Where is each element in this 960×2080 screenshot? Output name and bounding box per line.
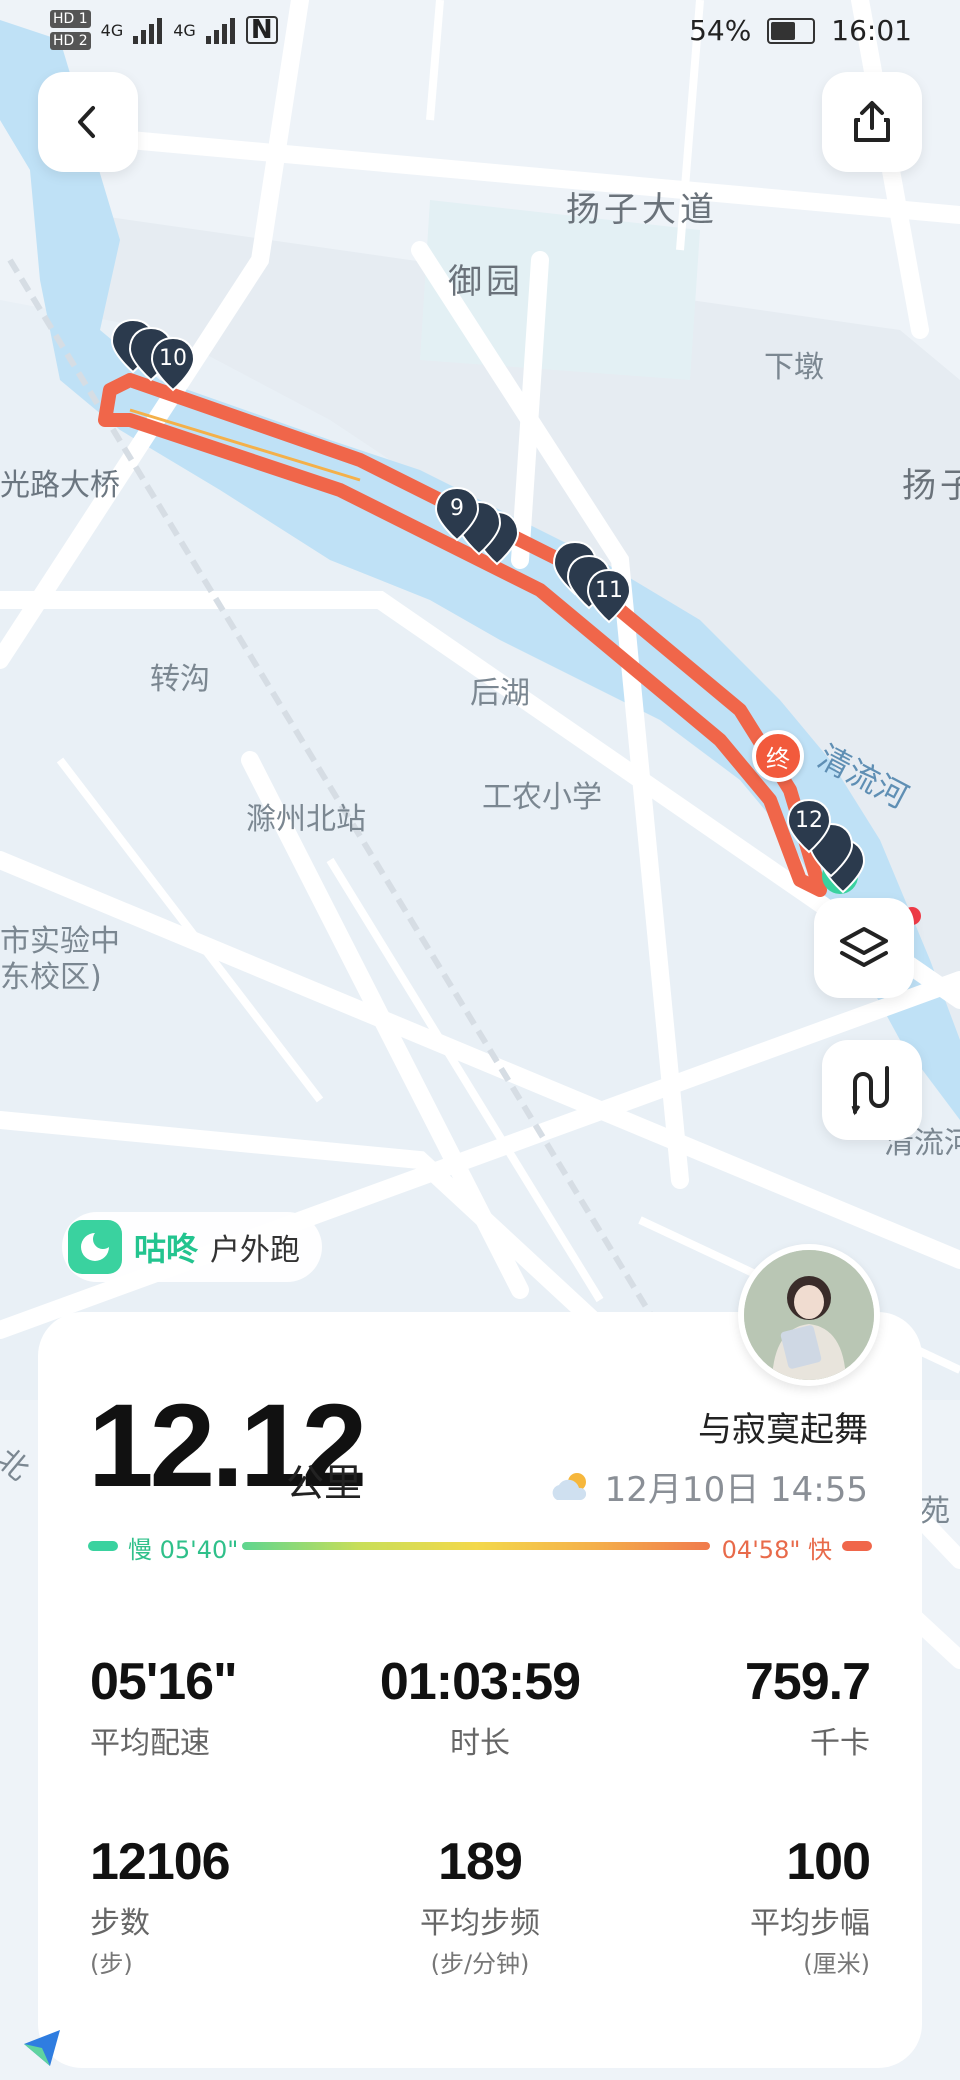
stat-calories: 759.7 千卡 xyxy=(590,1652,871,1762)
stat-value: 100 xyxy=(786,1833,871,1891)
status-bar: HD 1 HD 2 4G 4G N 54% 16:01 xyxy=(0,0,960,64)
map-label-area: 转沟 xyxy=(150,662,210,697)
activity-datetime: 12月10日 14:55 xyxy=(547,1462,868,1511)
stat-label: 千卡 xyxy=(810,1726,870,1761)
km-pin-9[interactable]: 9 xyxy=(434,486,480,542)
stat-label: 平均步幅 xyxy=(750,1906,870,1941)
fast-pace-label: 04'58" 快 xyxy=(721,1536,832,1564)
share-icon xyxy=(854,101,890,142)
km-pin-12[interactable]: 12 xyxy=(786,798,832,854)
map-label-school: 东校区) xyxy=(0,960,102,995)
layers-icon xyxy=(840,927,888,967)
pace-gradient xyxy=(242,1542,710,1550)
battery-percent: 54% xyxy=(689,14,752,47)
stat-unit: (步) xyxy=(90,1950,133,1978)
km-pin-label: 10 xyxy=(159,346,187,371)
share-button[interactable] xyxy=(822,72,922,172)
username[interactable]: 与寂寞起舞 xyxy=(698,1402,868,1451)
map-label-road: 扬子大道 xyxy=(566,190,718,230)
hd1-indicator: HD 1 xyxy=(50,10,91,28)
stat-stride: 100 平均步幅 (厘米) xyxy=(590,1832,871,1979)
km-pin-label: 9 xyxy=(450,496,464,521)
track-replay-button[interactable] xyxy=(822,1040,922,1140)
stat-avg-pace: 05'16" 平均配速 xyxy=(90,1652,370,1762)
stat-value: 759.7 xyxy=(744,1653,871,1711)
clock: 16:01 xyxy=(831,14,912,47)
route-curve-icon xyxy=(851,1066,889,1116)
battery-icon xyxy=(767,17,816,44)
stat-duration: 01:03:59 时长 xyxy=(340,1652,620,1762)
km-pin-11[interactable]: 11 xyxy=(586,568,632,624)
map-layers-button[interactable] xyxy=(814,898,914,998)
map-label-school: 工农小学 xyxy=(482,780,602,815)
stat-label: 平均配速 xyxy=(90,1726,210,1761)
stat-unit: (厘米) xyxy=(803,1950,870,1978)
stat-label: 平均步频 xyxy=(420,1906,540,1941)
km-pin-label: 11 xyxy=(595,578,623,603)
stat-unit: (步/分钟) xyxy=(430,1950,530,1978)
map-label-lake: 后湖 xyxy=(470,676,530,711)
app-logo-icon xyxy=(68,1220,122,1274)
map-label-station: 滁州北站 xyxy=(246,802,366,837)
stat-value: 189 xyxy=(438,1833,523,1891)
stat-cadence: 189 平均步频 (步/分钟) xyxy=(340,1832,620,1979)
stat-value: 05'16" xyxy=(90,1653,238,1711)
slow-pace-label: 慢 05'40" xyxy=(128,1536,239,1564)
map-provider-logo-icon xyxy=(24,2030,60,2066)
user-avatar[interactable] xyxy=(738,1244,880,1386)
back-button[interactable] xyxy=(38,72,138,172)
map-label-area: 下墩 xyxy=(764,350,824,385)
signal-icon xyxy=(133,18,163,44)
map-label-area: 苑 xyxy=(920,1494,950,1529)
slow-pace-dot xyxy=(88,1541,118,1551)
stat-value: 01:03:59 xyxy=(379,1653,581,1711)
stat-label: 时长 xyxy=(450,1726,510,1761)
distance-unit: 公里 xyxy=(286,1461,363,1505)
map-label-road: 扬子 xyxy=(902,466,960,506)
km-pin-label: 12 xyxy=(795,808,823,833)
signal-label: 4G xyxy=(173,20,196,40)
stat-steps: 12106 步数 (步) xyxy=(90,1832,370,1979)
app-badge: 咕咚 户外跑 xyxy=(62,1212,323,1282)
fast-pace-dot xyxy=(842,1541,872,1551)
pace-range-bar: 慢 05'40" 04'58" 快 xyxy=(88,1532,872,1564)
signal-label: 4G xyxy=(100,20,124,40)
hd2-indicator: HD 2 xyxy=(50,32,91,50)
stat-value: 12106 xyxy=(90,1833,231,1891)
stat-label: 步数 xyxy=(90,1906,150,1941)
activity-type: 户外跑 xyxy=(210,1233,301,1268)
chevron-left-icon xyxy=(78,106,95,138)
datetime-text: 12月10日 14:55 xyxy=(604,1470,868,1510)
km-pin-10[interactable]: 10 xyxy=(150,336,196,392)
nfc-icon: N xyxy=(245,16,278,44)
end-marker[interactable]: 终 xyxy=(752,730,804,782)
app-name: 咕咚 xyxy=(134,1230,199,1268)
map-label-bridge: 光路大桥 xyxy=(0,468,120,503)
partly-cloudy-icon xyxy=(552,1472,586,1500)
signal-icon xyxy=(205,18,235,44)
map-label-area: 御园 xyxy=(448,262,524,302)
